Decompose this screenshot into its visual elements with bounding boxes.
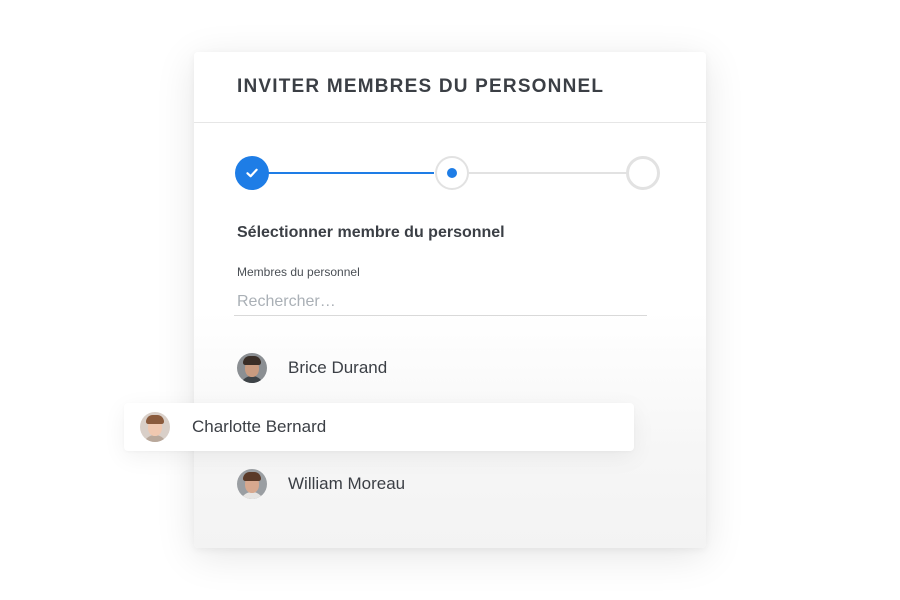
section-heading: Sélectionner membre du personnel [237, 224, 505, 241]
dialog-header: INVITER MEMBRES DU PERSONNEL [194, 52, 706, 123]
dialog-title: INVITER MEMBRES DU PERSONNEL [237, 76, 605, 97]
staff-field-label: Membres du personnel [237, 265, 360, 279]
staff-name: Brice Durand [288, 358, 388, 377]
stage: INVITER MEMBRES DU PERSONNEL Sélectionne… [0, 0, 900, 600]
stepper-line-pending [469, 172, 643, 174]
avatar [237, 353, 267, 383]
avatar [140, 412, 170, 442]
staff-name: William Moreau [288, 474, 406, 493]
avatar [237, 469, 267, 499]
staff-list-item-highlighted[interactable]: Charlotte Bernard [124, 403, 634, 451]
check-icon [246, 168, 258, 178]
active-step-dot [447, 168, 457, 178]
staff-name: Charlotte Bernard [192, 417, 327, 436]
staff-list-item[interactable]: William Moreau [237, 469, 405, 499]
progress-stepper [235, 156, 660, 190]
stepper-line-completed [252, 172, 434, 174]
staff-list-item[interactable]: Brice Durand [237, 353, 387, 383]
step-3-pending[interactable] [626, 156, 660, 190]
step-2-active[interactable] [435, 156, 469, 190]
step-1-completed[interactable] [235, 156, 269, 190]
staff-search-input[interactable] [234, 288, 647, 316]
